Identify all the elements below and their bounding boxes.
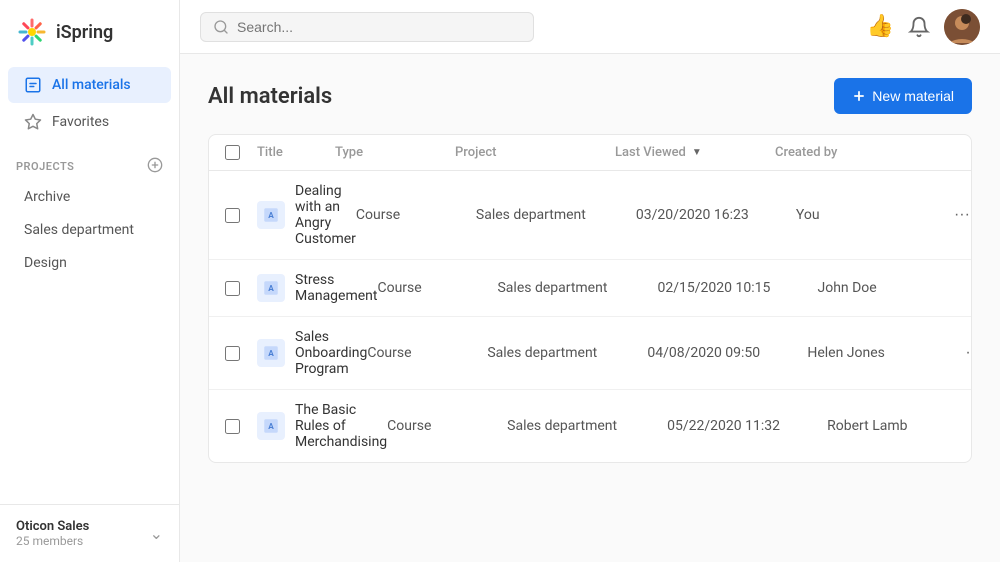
row-3-check[interactable] <box>225 346 257 361</box>
header-col-created-by: Created by <box>775 145 915 160</box>
materials-table: Title Type Project Last Viewed ▼ Created… <box>208 134 972 463</box>
sidebar: iSpring All materials Favorites PROJECTS <box>0 0 180 562</box>
row-4-created-by: Robert Lamb <box>827 418 967 434</box>
projects-label: PROJECTS <box>16 160 74 173</box>
sort-icon: ▼ <box>692 147 702 158</box>
row-1-title: Dealing with an Angry Customer <box>295 183 356 247</box>
row-1-created-by: You <box>796 207 936 223</box>
bell-icon[interactable] <box>908 16 930 38</box>
row-4-type: Course <box>387 418 507 434</box>
search-icon <box>213 19 229 35</box>
course-icon-3: A <box>257 339 285 367</box>
sidebar-footer: Oticon Sales 25 members ⌄ <box>0 504 179 562</box>
star-icon <box>24 113 42 131</box>
nav-label-favorites: Favorites <box>52 114 109 130</box>
sidebar-item-favorites[interactable]: Favorites <box>8 104 171 140</box>
projects-header: PROJECTS <box>0 147 179 180</box>
course-icon-1: A <box>257 201 285 229</box>
row-1-checkbox[interactable] <box>225 208 240 223</box>
row-1-type: Course <box>356 207 476 223</box>
row-4-actions[interactable]: ··· <box>967 415 972 437</box>
row-3-created-by: Helen Jones <box>807 345 947 361</box>
add-project-button[interactable] <box>147 157 163 176</box>
plus-icon <box>852 89 866 103</box>
logo-text: iSpring <box>56 22 113 43</box>
header-col-last-viewed[interactable]: Last Viewed ▼ <box>615 145 775 160</box>
nav-section: All materials Favorites <box>0 60 179 147</box>
row-3-title-col: A Sales Onboarding Program <box>257 329 367 377</box>
sidebar-item-all-materials[interactable]: All materials <box>8 67 171 103</box>
sidebar-item-design[interactable]: Design <box>8 247 171 279</box>
org-name: Oticon Sales <box>16 519 89 534</box>
topbar: 👍 <box>180 0 1000 54</box>
row-4-title-col: A The Basic Rules of Merchandising <box>257 402 387 450</box>
topbar-actions: 👍 <box>867 9 980 45</box>
svg-text:A: A <box>268 284 274 294</box>
row-3-actions[interactable]: ··· <box>947 342 972 364</box>
row-2-checkbox[interactable] <box>225 281 240 296</box>
table-header-row: Title Type Project Last Viewed ▼ Created… <box>209 135 971 171</box>
page-title: All materials <box>208 84 332 109</box>
logo-area: iSpring <box>0 0 179 60</box>
course-icon-2: A <box>257 274 285 302</box>
table-row: A The Basic Rules of Merchandising Cours… <box>209 390 971 462</box>
row-1-check[interactable] <box>225 208 257 223</box>
header-col-title: Title <box>257 145 335 160</box>
sidebar-item-sales-department[interactable]: Sales department <box>8 214 171 246</box>
row-4-checkbox[interactable] <box>225 419 240 434</box>
org-info: Oticon Sales 25 members <box>16 519 89 548</box>
row-2-more-button[interactable]: ··· <box>970 277 973 299</box>
header-col-type: Type <box>335 145 455 160</box>
row-2-actions[interactable]: ··· <box>957 277 972 299</box>
row-1-more-button[interactable]: ··· <box>948 204 972 226</box>
header-col-check[interactable] <box>225 145 257 160</box>
row-2-type: Course <box>377 280 497 296</box>
row-1-project: Sales department <box>476 207 636 223</box>
row-1-title-col: A Dealing with an Angry Customer <box>257 183 356 247</box>
row-2-created-by: John Doe <box>817 280 957 296</box>
table-row: A Sales Onboarding Program Course Sales … <box>209 317 971 390</box>
org-switcher-chevron[interactable]: ⌄ <box>150 524 163 543</box>
new-material-label: New material <box>872 88 954 104</box>
row-2-last-viewed: 02/15/2020 10:15 <box>657 280 817 296</box>
row-2-title-col: A Stress Management <box>257 272 377 304</box>
row-4-project: Sales department <box>507 418 667 434</box>
avatar[interactable] <box>944 9 980 45</box>
row-1-last-viewed: 03/20/2020 16:23 <box>636 207 796 223</box>
new-material-button[interactable]: New material <box>834 78 972 114</box>
sidebar-item-archive[interactable]: Archive <box>8 181 171 213</box>
row-3-title: Sales Onboarding Program <box>295 329 367 377</box>
row-4-title: The Basic Rules of Merchandising <box>295 402 387 450</box>
row-3-last-viewed: 04/08/2020 09:50 <box>647 345 807 361</box>
svg-text:A: A <box>268 211 274 221</box>
select-all-checkbox[interactable] <box>225 145 240 160</box>
row-2-project: Sales department <box>497 280 657 296</box>
project-list: Archive Sales department Design <box>0 180 179 280</box>
content-area: All materials New material Title Type Pr… <box>180 54 1000 562</box>
nav-label-all-materials: All materials <box>52 77 131 93</box>
svg-text:A: A <box>268 349 274 359</box>
course-icon-4: A <box>257 412 285 440</box>
row-4-check[interactable] <box>225 419 257 434</box>
row-3-project: Sales department <box>487 345 647 361</box>
row-2-check[interactable] <box>225 281 257 296</box>
search-input[interactable] <box>237 19 521 35</box>
row-3-more-button[interactable]: ··· <box>959 342 972 364</box>
table-row: A Stress Management Course Sales departm… <box>209 260 971 317</box>
org-members: 25 members <box>16 534 89 548</box>
row-3-type: Course <box>367 345 487 361</box>
file-icon <box>24 76 42 94</box>
search-box[interactable] <box>200 12 534 42</box>
content-header: All materials New material <box>208 78 972 114</box>
svg-text:A: A <box>268 422 274 432</box>
row-1-actions[interactable]: ··· <box>936 204 972 226</box>
ispring-logo-icon <box>16 16 48 48</box>
row-2-title: Stress Management <box>295 272 377 304</box>
table-row: A Dealing with an Angry Customer Course … <box>209 171 971 260</box>
cursor-icon: 👍 <box>867 14 894 39</box>
row-4-last-viewed: 05/22/2020 11:32 <box>667 418 827 434</box>
row-3-checkbox[interactable] <box>225 346 240 361</box>
header-col-project: Project <box>455 145 615 160</box>
main-area: 👍 All materials <box>180 0 1000 562</box>
